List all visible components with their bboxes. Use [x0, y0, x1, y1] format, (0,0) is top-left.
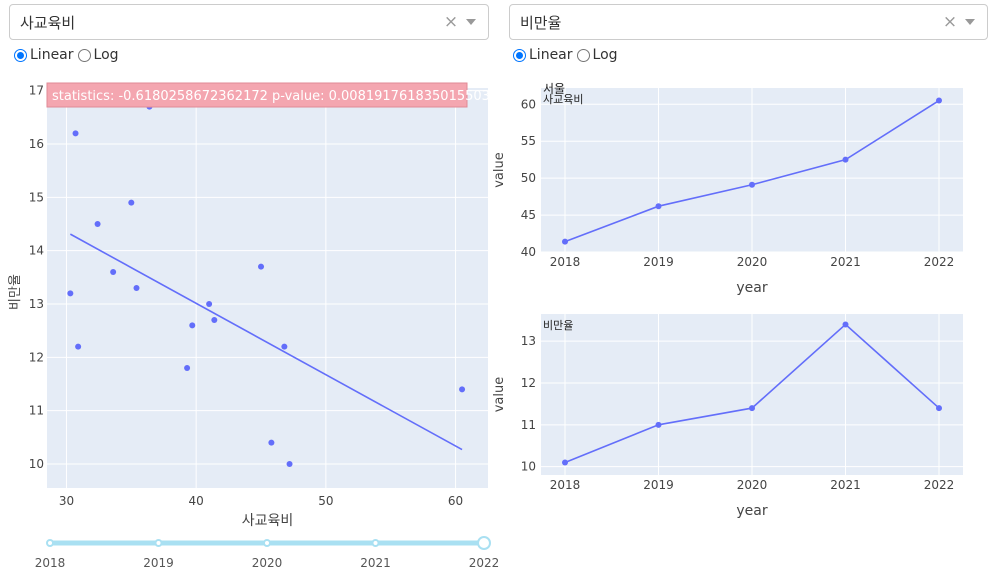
x-axis-title: year: [736, 280, 767, 296]
x-tick-label: 2021: [830, 478, 861, 492]
y-tick-label: 17: [29, 84, 44, 98]
y-tick-label: 13: [29, 297, 44, 311]
scatter-point: [184, 365, 191, 371]
slider-dot[interactable]: [154, 539, 163, 547]
y-tick-label: 12: [29, 350, 44, 364]
y-tick-label: 15: [29, 190, 44, 204]
x-tick-label: 2021: [830, 255, 861, 269]
x-tick-label: 2020: [737, 478, 768, 492]
y-axis-title: value: [492, 377, 507, 413]
y-tick-label: 11: [521, 418, 536, 432]
y-tick-label: 16: [29, 137, 44, 151]
scatter-point: [268, 439, 275, 446]
x-tick-label: 2020: [737, 255, 768, 269]
y-axis-title: 비만율: [8, 274, 23, 310]
slider-dot[interactable]: [263, 539, 271, 547]
x-tick-label: 2018: [550, 255, 581, 269]
y-tick-label: 10: [521, 460, 536, 474]
scatter-point: [281, 343, 288, 350]
y-tick-label: 13: [521, 334, 536, 348]
scatter-point: [211, 317, 218, 323]
series-label: 비만율: [543, 319, 573, 332]
scatter-point: [459, 386, 466, 393]
scatter-point: [133, 285, 140, 291]
scatter-point: [94, 221, 101, 227]
y-tick-label: 40: [521, 245, 536, 259]
y-tick-label: 10: [29, 457, 44, 471]
x-tick-label: 2022: [924, 478, 955, 492]
series-point: [936, 97, 942, 104]
x-tick-label: 2019: [643, 478, 674, 492]
series-point: [842, 156, 849, 163]
x-axis-title: 사교육비: [242, 513, 294, 529]
x-axis-title: year: [736, 503, 767, 519]
scatter-point: [72, 130, 79, 137]
slider-year-label[interactable]: 2022: [469, 556, 500, 570]
scatter-point: [206, 301, 213, 307]
series-point: [562, 238, 568, 245]
scatter-point: [75, 343, 82, 350]
slider-year-label[interactable]: 2020: [252, 556, 283, 570]
series-point: [842, 321, 849, 328]
slider-handle[interactable]: [477, 536, 491, 550]
slider-year-label[interactable]: 2019: [143, 556, 174, 570]
series-point: [749, 405, 755, 412]
y-tick-label: 50: [521, 171, 536, 185]
slider-year-label[interactable]: 2018: [35, 556, 66, 570]
x-tick-label: 30: [59, 494, 74, 508]
series-point: [562, 459, 568, 466]
x-tick-label: 2022: [924, 255, 955, 269]
y-tick-label: 14: [29, 244, 44, 258]
scatter-point: [258, 263, 265, 270]
series-point: [655, 203, 662, 210]
x-tick-label: 40: [189, 494, 204, 508]
x-tick-label: 2019: [643, 255, 674, 269]
y-tick-label: 12: [521, 376, 536, 390]
x-tick-label: 2018: [550, 478, 581, 492]
x-tick-label: 60: [448, 494, 463, 508]
y-tick-label: 45: [521, 208, 536, 222]
statistics-annotation: statistics: -0.6180258672362172 p-value:…: [52, 89, 490, 104]
scatter-point: [189, 322, 196, 329]
x-tick-label: 50: [318, 494, 333, 508]
series-point: [749, 181, 755, 188]
y-tick-label: 55: [521, 134, 536, 148]
chart-title: 서울: [543, 82, 565, 96]
series-point: [655, 421, 662, 428]
series-point: [936, 405, 942, 412]
slider-dot[interactable]: [371, 539, 380, 547]
slider-dot[interactable]: [46, 539, 54, 547]
scatter-point: [286, 461, 293, 467]
y-tick-label: 11: [29, 404, 44, 418]
y-tick-label: 60: [521, 97, 536, 111]
scatter-point: [128, 199, 135, 206]
slider-year-label[interactable]: 2021: [360, 556, 391, 570]
scatter-point: [67, 290, 74, 297]
scatter-point: [110, 269, 117, 275]
y-axis-title: value: [492, 152, 507, 188]
charts-canvas: 30 40 50 60 10 11 12 13 14 15 16 17 statistics: -0.6…: [8, 82, 963, 570]
